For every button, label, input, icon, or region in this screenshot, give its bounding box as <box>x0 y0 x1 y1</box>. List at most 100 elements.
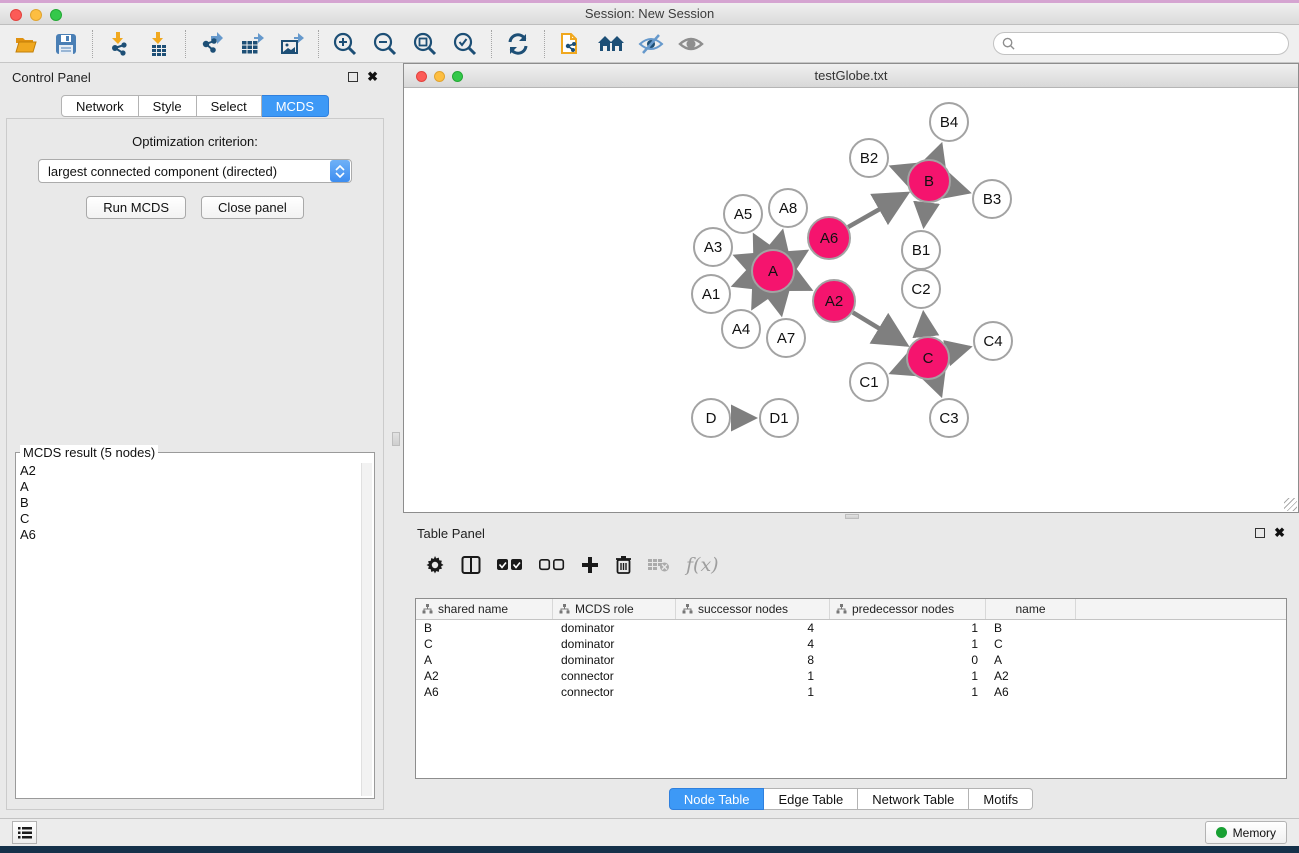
import-network-icon[interactable] <box>105 30 133 58</box>
graph-edge[interactable] <box>923 313 925 336</box>
table-cell[interactable]: A2 <box>986 669 1076 683</box>
tab-mcds[interactable]: MCDS <box>262 95 329 117</box>
table-cell[interactable]: 1 <box>676 669 830 683</box>
minimize-network-window-button[interactable] <box>434 71 445 82</box>
result-item[interactable]: A2 <box>20 463 360 479</box>
export-table-icon[interactable] <box>238 30 266 58</box>
table-cell[interactable]: A6 <box>416 685 553 699</box>
zoom-network-window-button[interactable] <box>452 71 463 82</box>
graph-edge[interactable] <box>891 366 907 373</box>
graph-edge[interactable] <box>777 293 781 315</box>
graph-edge[interactable] <box>936 145 941 160</box>
graph-edge[interactable] <box>848 194 906 227</box>
hide-all-columns-icon[interactable] <box>539 559 565 571</box>
table-cell[interactable]: C <box>986 637 1076 651</box>
table-cell[interactable]: C <box>416 637 553 651</box>
table-cell[interactable]: 4 <box>676 637 830 651</box>
close-table-panel-icon[interactable]: ✖ <box>1274 528 1285 538</box>
graph-edge[interactable] <box>778 231 782 249</box>
column-header-predecessor-nodes[interactable]: predecessor nodes <box>830 599 986 619</box>
settings-gear-icon[interactable] <box>425 555 445 575</box>
close-panel-button[interactable]: Close panel <box>201 196 304 219</box>
table-cell[interactable]: 1 <box>830 685 986 699</box>
zoom-window-button[interactable] <box>50 9 62 21</box>
toolbar-search[interactable] <box>993 32 1289 55</box>
tab-select[interactable]: Select <box>197 95 262 117</box>
window-resize-grip[interactable] <box>1284 498 1297 511</box>
delete-columns-icon[interactable] <box>615 555 632 575</box>
tab-node-table[interactable]: Node Table <box>669 788 765 810</box>
memory-button[interactable]: Memory <box>1205 821 1287 844</box>
refresh-view-icon[interactable] <box>504 30 532 58</box>
tab-style[interactable]: Style <box>139 95 197 117</box>
result-item[interactable]: A6 <box>20 527 360 543</box>
result-item[interactable]: A <box>20 479 360 495</box>
open-session-icon[interactable] <box>12 30 40 58</box>
vertical-splitter-handle[interactable] <box>392 432 400 446</box>
graph-edge[interactable] <box>950 187 969 192</box>
result-scrollbar[interactable] <box>361 463 372 796</box>
table-cell[interactable]: 8 <box>676 653 830 667</box>
column-header-name[interactable]: name <box>986 599 1076 619</box>
tab-edge-table[interactable]: Edge Table <box>764 788 858 810</box>
graph-edge[interactable] <box>793 281 811 290</box>
table-row[interactable]: Cdominator41C <box>416 636 1286 652</box>
search-input[interactable] <box>1020 37 1280 51</box>
close-network-window-button[interactable] <box>416 71 427 82</box>
optimization-criterion-select[interactable]: largest connected component (directed) <box>38 159 352 183</box>
table-cell[interactable]: B <box>416 621 553 635</box>
table-cell[interactable]: A2 <box>416 669 553 683</box>
graph-edge[interactable] <box>949 347 969 352</box>
home-icon[interactable] <box>597 30 625 58</box>
network-graph[interactable]: AA1A2A3A4A5A6A7A8BB1B2B3B4CC1C2C3C4DD1 <box>404 88 1298 512</box>
table-cell[interactable]: 1 <box>676 685 830 699</box>
save-session-icon[interactable] <box>52 30 80 58</box>
table-row[interactable]: A6connector11A6 <box>416 684 1286 700</box>
float-panel-icon[interactable] <box>348 72 358 82</box>
export-network-icon[interactable] <box>198 30 226 58</box>
close-panel-icon[interactable]: ✖ <box>367 72 378 82</box>
table-cell[interactable]: dominator <box>553 653 676 667</box>
table-cell[interactable]: 0 <box>830 653 986 667</box>
table-cell[interactable]: A6 <box>986 685 1076 699</box>
add-column-icon[interactable] <box>581 556 599 574</box>
zoom-in-icon[interactable] <box>331 30 359 58</box>
show-all-columns-icon[interactable] <box>497 559 523 571</box>
mcds-result-list[interactable]: A2ABCA6 <box>20 463 360 796</box>
hide-graphics-details-icon[interactable] <box>637 30 665 58</box>
zoom-out-icon[interactable] <box>371 30 399 58</box>
tab-network-table[interactable]: Network Table <box>858 788 969 810</box>
node-table[interactable]: shared name MCDS role successor nodes pr… <box>415 598 1287 779</box>
tab-network[interactable]: Network <box>61 95 139 117</box>
new-network-from-file-icon[interactable] <box>557 30 585 58</box>
column-header-shared-name[interactable]: shared name <box>416 599 553 619</box>
table-cell[interactable]: 1 <box>830 637 986 651</box>
export-image-icon[interactable] <box>278 30 306 58</box>
tab-motifs[interactable]: Motifs <box>969 788 1033 810</box>
minimize-window-button[interactable] <box>30 9 42 21</box>
import-table-icon[interactable] <box>145 30 173 58</box>
task-history-button[interactable] <box>12 821 37 844</box>
table-cell[interactable]: connector <box>553 669 676 683</box>
split-view-icon[interactable] <box>461 555 481 575</box>
column-header-successor-nodes[interactable]: successor nodes <box>676 599 830 619</box>
table-cell[interactable]: dominator <box>553 637 676 651</box>
result-item[interactable]: C <box>20 511 360 527</box>
close-window-button[interactable] <box>10 9 22 21</box>
horizontal-splitter-handle[interactable] <box>845 514 859 519</box>
graph-edge[interactable] <box>754 235 763 251</box>
zoom-selected-icon[interactable] <box>451 30 479 58</box>
run-mcds-button[interactable]: Run MCDS <box>86 196 186 219</box>
graph-edge[interactable] <box>792 251 807 260</box>
table-cell[interactable]: A <box>416 653 553 667</box>
table-cell[interactable]: connector <box>553 685 676 699</box>
table-cell[interactable]: dominator <box>553 621 676 635</box>
table-cell[interactable]: 4 <box>676 621 830 635</box>
graph-edge[interactable] <box>891 167 908 174</box>
graph-edge[interactable] <box>753 290 763 308</box>
column-header-mcds-role[interactable]: MCDS role <box>553 599 676 619</box>
float-table-panel-icon[interactable] <box>1255 528 1265 538</box>
zoom-fit-icon[interactable] <box>411 30 439 58</box>
table-cell[interactable]: 1 <box>830 669 986 683</box>
table-cell[interactable]: A <box>986 653 1076 667</box>
